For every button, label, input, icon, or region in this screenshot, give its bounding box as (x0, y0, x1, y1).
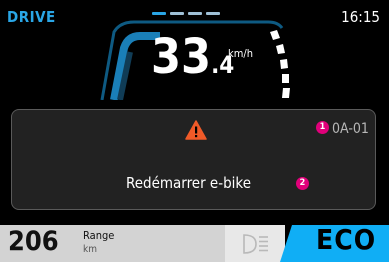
callout-badge-2: 2 (296, 177, 309, 190)
warning-triangle-icon (185, 120, 207, 140)
speed-value: 33 (151, 29, 212, 85)
speed-readout: 33.4 (151, 33, 234, 81)
page-dot-1 (152, 12, 166, 15)
error-code: 0A-01 (332, 121, 369, 137)
headlight-icon (243, 234, 268, 254)
page-indicator (152, 12, 220, 15)
callout-badge-1: 1 (316, 121, 329, 134)
error-message: Redémarrer e-bike (126, 174, 252, 192)
page-dot-3 (188, 12, 202, 15)
range-label: Range (83, 229, 115, 242)
speed-unit: km/h (228, 47, 253, 60)
drive-mode-label: DRIVE (7, 8, 56, 26)
page-dot-2 (170, 12, 184, 15)
clock: 16:15 (341, 8, 380, 26)
range-value: 206 (8, 226, 59, 257)
range-unit: km (83, 244, 97, 255)
assist-mode-label: ECO (316, 223, 377, 256)
page-dot-4 (206, 12, 220, 15)
